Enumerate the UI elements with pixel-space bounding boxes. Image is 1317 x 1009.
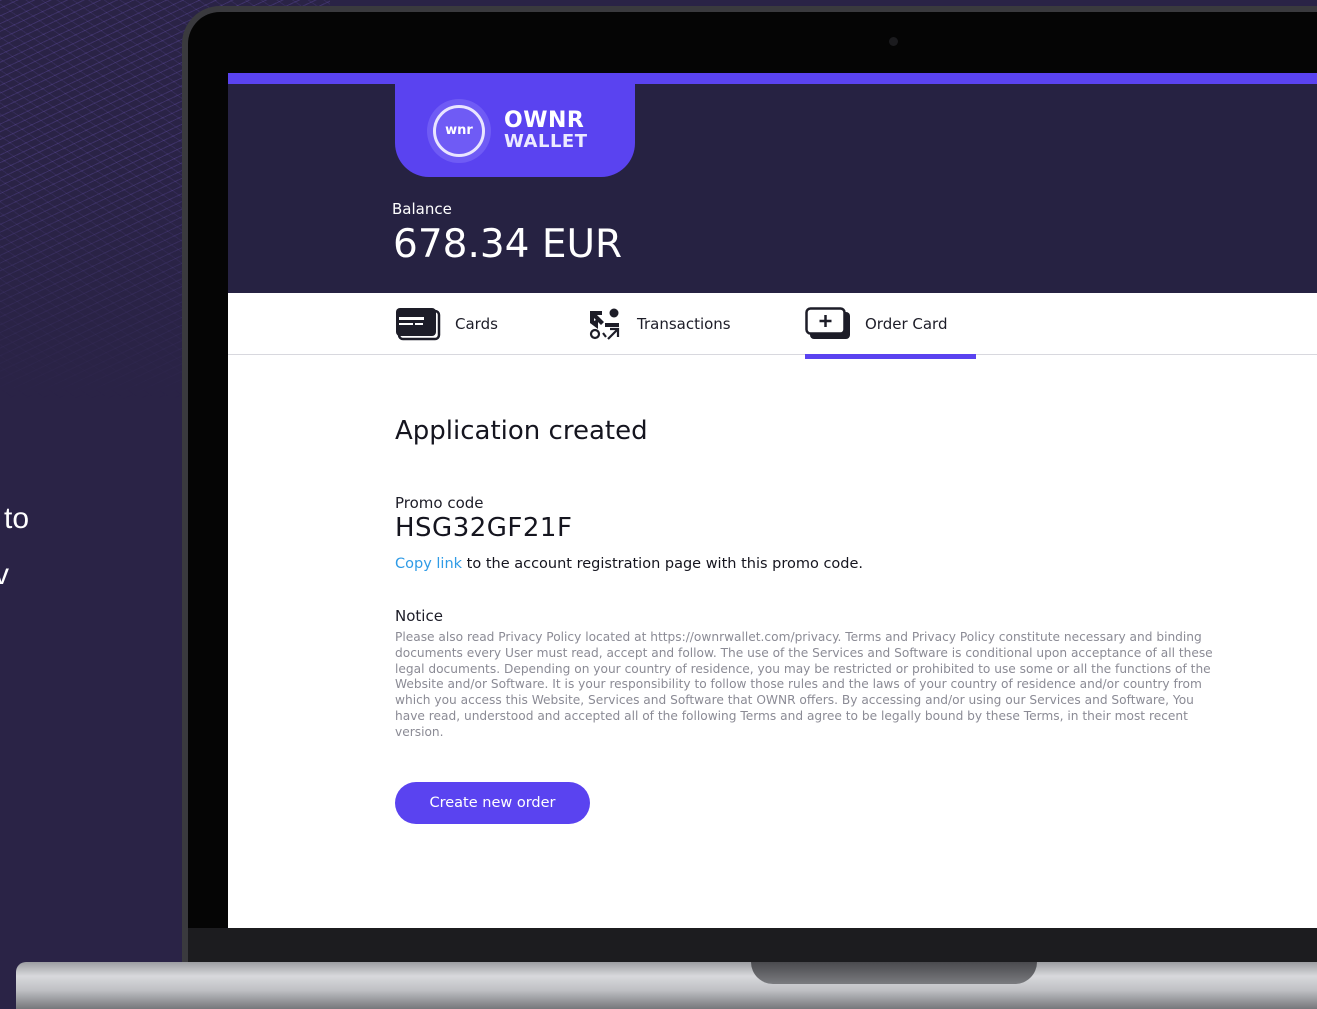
active-tab-indicator xyxy=(805,354,976,359)
top-accent-bar xyxy=(228,73,1317,84)
balance-value: 678.34 EUR xyxy=(393,222,623,267)
logo-line-1: OWNR xyxy=(504,107,585,133)
logo[interactable]: wnr OWNR WALLET xyxy=(395,84,635,177)
logo-icon: wnr xyxy=(427,98,491,163)
copy-link-description: to the account registration page with th… xyxy=(462,556,864,572)
logo-mark-text: wnr xyxy=(433,104,485,157)
promo-code-label: Promo code xyxy=(395,494,484,512)
tab-cards-label: Cards xyxy=(455,314,498,333)
notice-text: Please also read Privacy Policy located … xyxy=(395,630,1213,739)
camera-icon xyxy=(889,37,898,46)
page-title: Application created xyxy=(395,416,648,446)
create-new-order-button[interactable]: Create new order xyxy=(395,782,590,824)
app-screen: wnr OWNR WALLET Balance 678.34 EUR Cards xyxy=(228,73,1317,928)
tab-bar: Cards Transactions Order Card xyxy=(228,293,1317,355)
logo-wordmark: OWNR WALLET xyxy=(504,107,588,152)
laptop-notch xyxy=(751,962,1037,984)
tab-transactions[interactable]: Transactions xyxy=(588,293,731,354)
background-text-line-2: v xyxy=(0,558,9,591)
copy-link[interactable]: Copy link xyxy=(395,556,462,572)
balance-label: Balance xyxy=(392,200,452,218)
tab-order-card[interactable]: Order Card xyxy=(805,293,948,354)
logo-line-2: WALLET xyxy=(504,130,588,152)
transactions-icon xyxy=(588,307,622,341)
tab-transactions-label: Transactions xyxy=(637,314,731,333)
add-card-icon xyxy=(805,306,851,341)
app-header: wnr OWNR WALLET Balance 678.34 EUR xyxy=(228,84,1317,293)
laptop-base xyxy=(16,962,1317,1009)
promo-code-value: HSG32GF21F xyxy=(395,513,573,543)
laptop-bezel-bottom xyxy=(188,928,1317,962)
notice-label: Notice xyxy=(395,607,443,625)
copy-link-row: Copy link to the account registration pa… xyxy=(395,556,863,572)
background-text-line-1: to xyxy=(4,502,30,535)
tab-order-card-label: Order Card xyxy=(865,314,948,333)
credit-card-icon xyxy=(395,307,441,341)
tab-cards[interactable]: Cards xyxy=(395,293,498,354)
